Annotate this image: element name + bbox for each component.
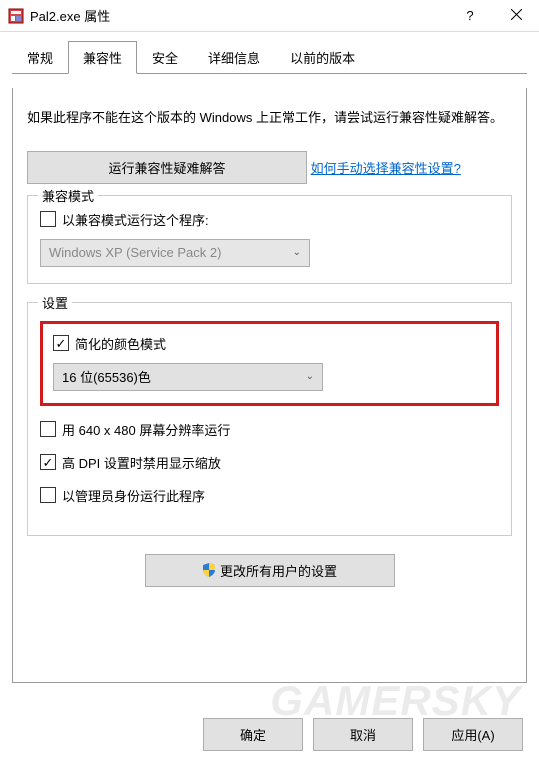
tab-strip: 常规 兼容性 安全 详细信息 以前的版本 bbox=[12, 40, 527, 74]
compat-mode-checkbox[interactable] bbox=[40, 211, 56, 227]
help-icon: ? bbox=[466, 8, 473, 23]
tab-general[interactable]: 常规 bbox=[12, 41, 68, 74]
dialog-footer: 确定 取消 应用(A) bbox=[203, 718, 523, 751]
window-title: Pal2.exe 属性 bbox=[30, 6, 447, 25]
run-as-admin-label: 以管理员身份运行此程序 bbox=[62, 486, 205, 505]
compat-mode-select: Windows XP (Service Pack 2) ⌄ bbox=[40, 239, 310, 267]
ok-button[interactable]: 确定 bbox=[203, 718, 303, 751]
titlebar: Pal2.exe 属性 ? bbox=[0, 0, 539, 32]
manual-settings-link[interactable]: 如何手动选择兼容性设置? bbox=[311, 158, 461, 177]
change-all-users-button[interactable]: 更改所有用户的设置 bbox=[145, 554, 395, 587]
cancel-button[interactable]: 取消 bbox=[313, 718, 413, 751]
compat-mode-group: 兼容模式 以兼容模式运行这个程序: Windows XP (Service Pa… bbox=[27, 195, 512, 284]
reduced-color-label: 简化的颜色模式 bbox=[75, 334, 166, 353]
shield-icon bbox=[202, 563, 216, 577]
color-mode-select[interactable]: 16 位(65536)色 ⌄ bbox=[53, 363, 323, 391]
help-button[interactable]: ? bbox=[447, 0, 493, 32]
chevron-down-icon: ⌄ bbox=[293, 247, 301, 258]
tab-previous-versions[interactable]: 以前的版本 bbox=[275, 41, 370, 74]
compat-mode-label: 以兼容模式运行这个程序: bbox=[62, 210, 209, 229]
titlebar-controls: ? bbox=[447, 0, 539, 32]
compat-mode-legend: 兼容模式 bbox=[38, 186, 98, 205]
compat-description: 如果此程序不能在这个版本的 Windows 上正常工作，请尝试运行兼容性疑难解答… bbox=[27, 108, 512, 128]
settings-group: 设置 简化的颜色模式 16 位(65536)色 ⌄ 用 640 x 480 屏幕… bbox=[27, 302, 512, 536]
settings-legend: 设置 bbox=[38, 293, 72, 312]
color-mode-select-value: 16 位(65536)色 bbox=[62, 367, 151, 386]
highdpi-disable-label: 高 DPI 设置时禁用显示缩放 bbox=[62, 453, 221, 472]
tab-panel-compatibility: 如果此程序不能在这个版本的 Windows 上正常工作，请尝试运行兼容性疑难解答… bbox=[12, 88, 527, 683]
compat-mode-select-value: Windows XP (Service Pack 2) bbox=[49, 245, 221, 260]
troubleshoot-button[interactable]: 运行兼容性疑难解答 bbox=[27, 151, 307, 184]
tab-compatibility[interactable]: 兼容性 bbox=[68, 41, 137, 74]
apply-button[interactable]: 应用(A) bbox=[423, 718, 523, 751]
close-icon bbox=[511, 8, 522, 23]
change-all-users-label: 更改所有用户的设置 bbox=[220, 561, 337, 580]
run-as-admin-checkbox[interactable] bbox=[40, 487, 56, 503]
close-button[interactable] bbox=[493, 0, 539, 32]
run-640x480-label: 用 640 x 480 屏幕分辨率运行 bbox=[62, 420, 230, 439]
tab-security[interactable]: 安全 bbox=[137, 41, 193, 74]
highlight-box: 简化的颜色模式 16 位(65536)色 ⌄ bbox=[40, 321, 499, 406]
run-640x480-checkbox[interactable] bbox=[40, 421, 56, 437]
tab-details[interactable]: 详细信息 bbox=[193, 41, 275, 74]
highdpi-disable-checkbox[interactable] bbox=[40, 454, 56, 470]
reduced-color-checkbox[interactable] bbox=[53, 335, 69, 351]
app-icon bbox=[8, 8, 24, 24]
chevron-down-icon: ⌄ bbox=[306, 371, 314, 382]
